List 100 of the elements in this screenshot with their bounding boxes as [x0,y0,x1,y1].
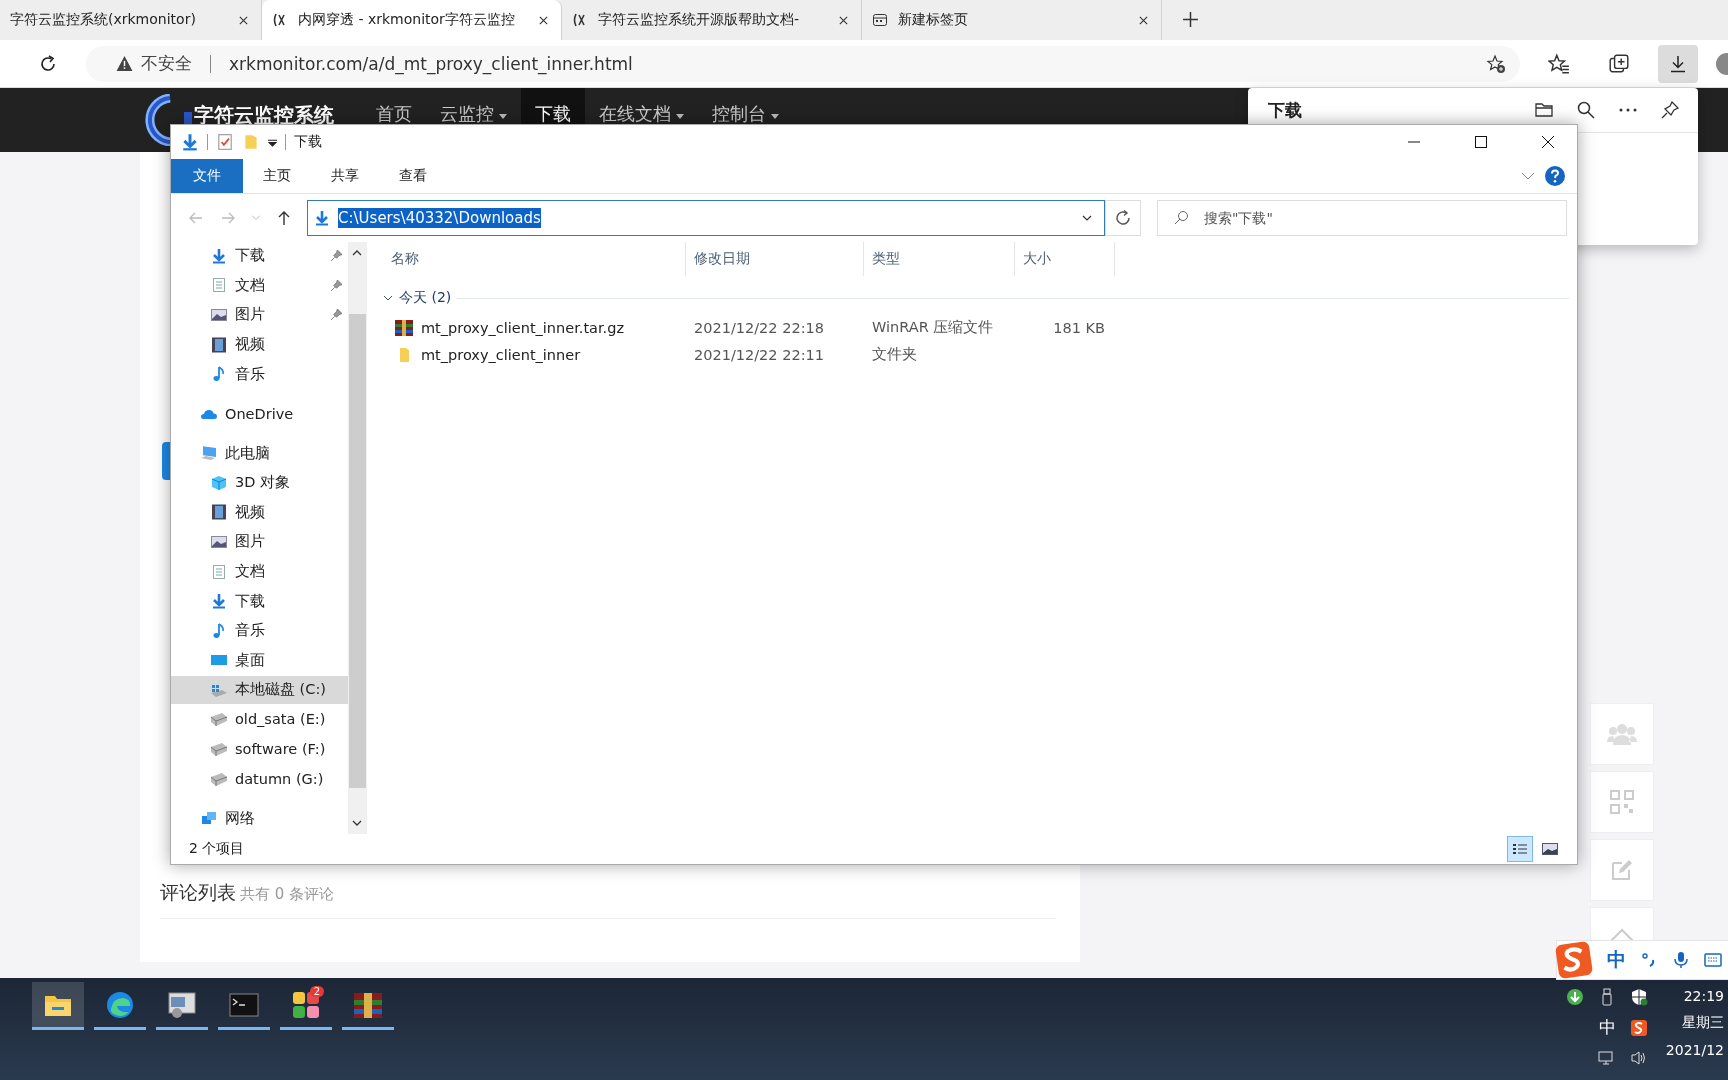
search-field[interactable]: 搜索"下载" [1157,200,1567,236]
nav-item[interactable]: 下载 [171,587,348,615]
ribbon-tab[interactable]: 文件 [171,159,243,193]
nav-item[interactable]: datumn (G:) [171,764,348,793]
nav-item[interactable]: 此电脑 [171,439,348,468]
picture-icon [211,534,227,550]
column-header[interactable]: 名称 [381,242,686,276]
site-logo-icon [572,12,588,28]
scroll-down-icon[interactable] [352,820,362,826]
file-name[interactable]: mt_proxy_client_inner [381,345,686,364]
browser-tab[interactable]: 内网穿透 - xrkmonitor字符云监控 [262,0,562,40]
taskbar-app[interactable]: 2 [280,982,332,1030]
nav-item[interactable]: 图片 [171,528,348,556]
ime-mode[interactable]: 中 [1607,947,1626,973]
column-header[interactable]: 大小 [1015,242,1115,276]
menu-item[interactable]: 云监控 [426,88,521,152]
file-size: 181 KB [1052,319,1106,336]
keyboard-icon[interactable] [1704,951,1722,969]
reload-icon[interactable] [38,53,58,74]
clock-date[interactable]: 2021/12 [1665,1042,1724,1058]
document-icon [211,563,227,580]
pin-icon[interactable] [1660,100,1680,120]
drive-icon [211,711,227,728]
search-icon[interactable] [1576,100,1596,120]
close-icon[interactable] [838,14,849,26]
ribbon-tab[interactable]: 共享 [311,159,379,193]
nav-item[interactable]: 下载 [171,242,348,270]
up-arrow-icon[interactable] [276,210,292,226]
expand-ribbon-icon[interactable] [1521,172,1535,180]
music-note-icon [211,622,227,639]
ribbon-tab[interactable]: 查看 [379,159,447,193]
add-favorite-icon[interactable] [1486,53,1506,74]
nav-item[interactable]: old_sata (E:) [171,705,348,734]
music-note-icon [211,366,227,383]
shield-icon[interactable] [1630,988,1648,1006]
ime-logo-icon[interactable] [1630,1018,1648,1037]
scroll-up-icon[interactable] [352,250,362,256]
computer-icon [201,445,217,462]
close-icon[interactable] [538,14,549,26]
ribbon-tab[interactable]: 主页 [243,159,311,193]
new-tab-plus-icon[interactable] [1182,11,1199,28]
nav-item[interactable]: 本地磁盘 (C:) [171,676,348,704]
picture-icon [211,306,227,323]
input-language[interactable]: 中 [1599,1016,1616,1039]
nav-item[interactable]: 文档 [171,271,348,300]
site-name: 字符云监控系统 [194,101,334,129]
volume-icon[interactable] [1630,1049,1648,1067]
collections-icon[interactable] [1608,52,1630,75]
nav-item[interactable]: 视频 [171,330,348,359]
menu-item[interactable]: 在线文档 [585,88,698,152]
nav-item[interactable]: 文档 [171,557,348,586]
folder-icon[interactable] [1534,100,1554,120]
new-tab-icon [872,12,888,28]
scrollbar[interactable] [348,242,366,834]
help-button[interactable] [1545,166,1565,186]
panel-title: 下载 [1268,98,1303,122]
column-header[interactable]: 类型 [864,242,1015,276]
network-icon[interactable] [1598,1049,1616,1067]
collapse-icon[interactable] [383,295,393,301]
refresh-button[interactable] [1105,200,1141,236]
update-icon[interactable] [1566,988,1584,1006]
nav-item[interactable]: 3D 对象 [171,469,348,497]
close-icon[interactable] [238,14,249,26]
file-name[interactable]: mt_proxy_client_inner.tar.gz [381,318,686,337]
close-icon[interactable] [1138,14,1149,26]
nav-item[interactable]: OneDrive [171,399,348,428]
nav-item[interactable]: 视频 [171,498,348,527]
maximize-icon [1474,136,1487,148]
menu-item[interactable]: 控制台 [698,88,793,152]
cube-icon [211,474,227,491]
close-icon [1541,136,1554,148]
clock-time[interactable]: 22:19 [1683,988,1724,1004]
nav-item[interactable]: software (F:) [171,735,348,763]
nav-item[interactable]: 音乐 [171,616,348,645]
nav-item[interactable]: 音乐 [171,360,348,388]
favorites-icon[interactable] [1548,52,1570,75]
history-dropdown-icon[interactable] [1082,215,1092,221]
group-header[interactable]: 今天 (2) [399,289,452,307]
path-field[interactable]: C:\Users\40332\Downloads [307,200,1105,236]
taskbar-app[interactable] [32,982,84,1030]
nav-item[interactable]: 桌面 [171,646,348,675]
path-text: C:\Users\40332\Downloads [338,208,541,228]
details-view-button[interactable] [1507,836,1533,862]
nav-item[interactable]: 图片 [171,301,348,329]
film-icon [211,336,227,353]
tab-title: 字符云监控系统开源版帮助文档- [598,11,801,29]
column-header[interactable]: 修改日期 [686,242,864,276]
drive-icon [211,770,227,787]
qr-code-icon [1610,790,1634,814]
browser-icon [105,989,135,1020]
dropdown-icon[interactable] [268,137,277,147]
address-bar[interactable]: 不安全 xrkmonitor.com/a/d_mt_proxy_client_inner.html [86,45,1520,82]
clock-weekday[interactable]: 星期三 [1682,1014,1724,1032]
document-icon [211,277,227,294]
microphone-icon[interactable] [1672,951,1690,969]
properties-icon[interactable] [216,133,234,151]
downloads-button[interactable] [1658,44,1698,83]
item-count: 2 个项目 [189,840,245,858]
film-icon [211,504,227,521]
nav-item[interactable]: 网络 [171,804,348,832]
